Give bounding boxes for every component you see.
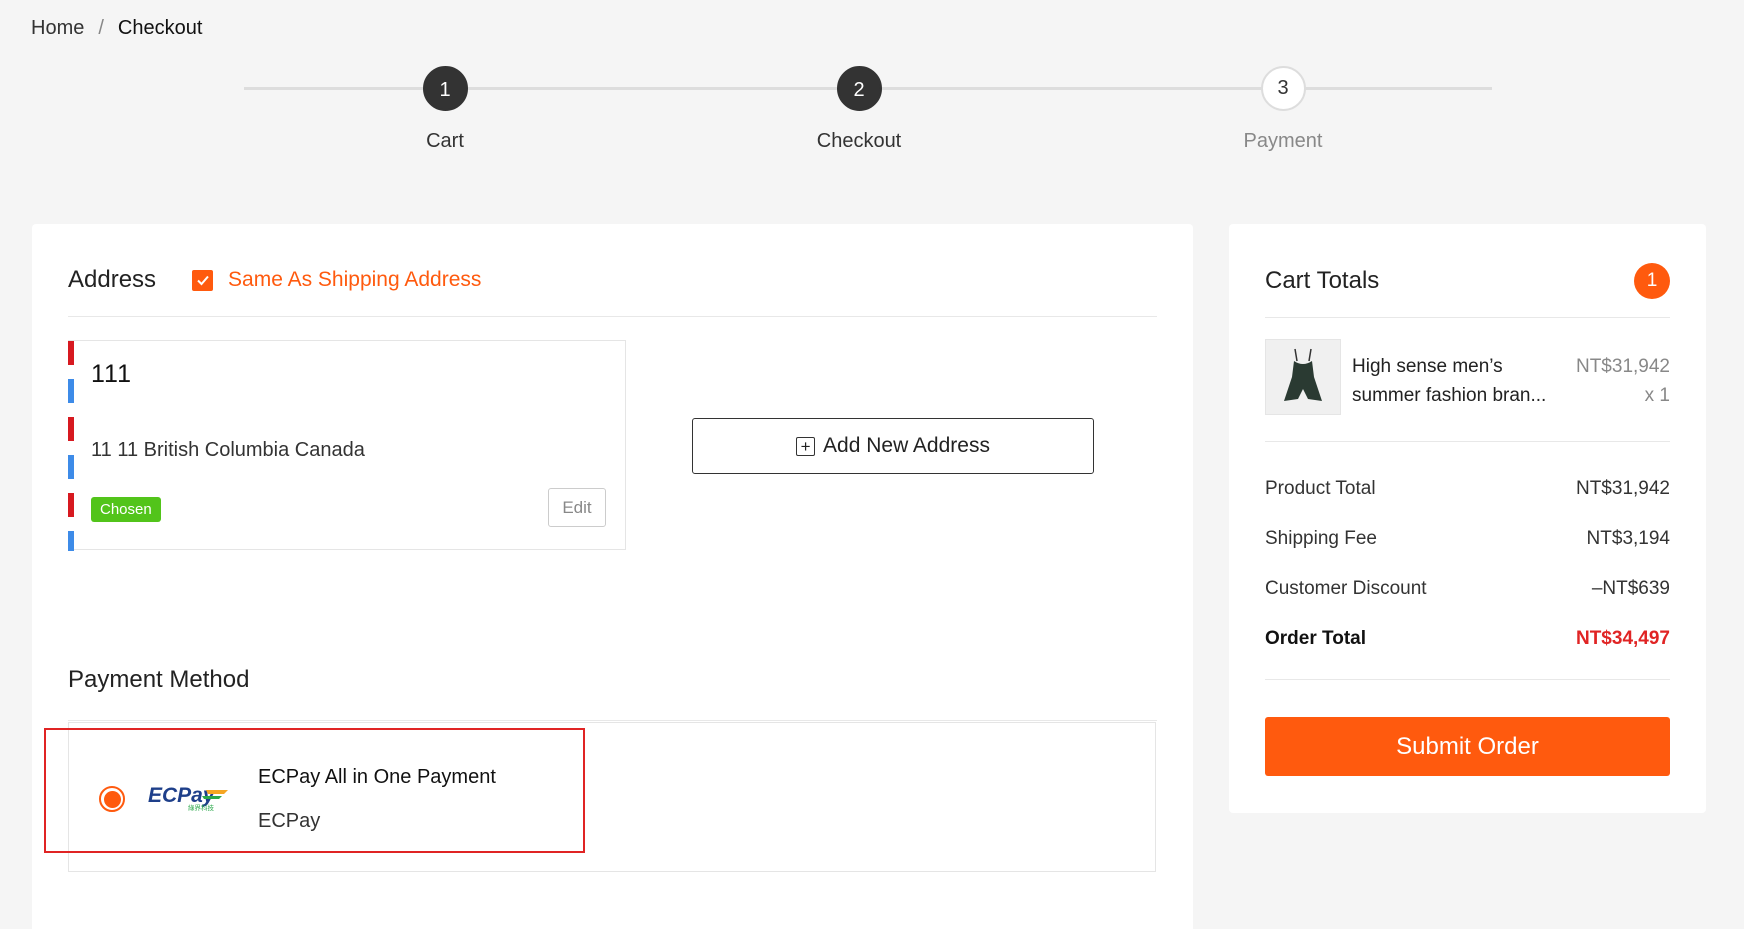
payment-method-title: Payment Method <box>68 665 250 693</box>
breadcrumb-separator: / <box>98 17 104 39</box>
same-as-shipping-label[interactable]: Same As Shipping Address <box>228 268 481 292</box>
radio-dot-icon <box>103 790 121 808</box>
product-quantity: x 1 <box>1644 385 1670 406</box>
breadcrumb-current: Checkout <box>117 17 203 39</box>
total-label: Shipping Fee <box>1265 528 1377 549</box>
product-total-row: Product Total NT$31,942 <box>1265 464 1670 514</box>
order-total-value: NT$34,497 <box>1575 628 1670 649</box>
payment-method-header: Payment Method <box>68 639 1157 721</box>
payment-option-provider: ECPay <box>258 810 321 832</box>
step-checkout: 2 Checkout <box>759 66 959 153</box>
cart-item: High sense men’s summer fashion bran... … <box>1265 339 1670 442</box>
product-price: NT$31,942 x 1 <box>1576 352 1670 410</box>
product-name[interactable]: High sense men’s summer fashion bran... <box>1352 352 1562 410</box>
total-value: NT$31,942 <box>1575 478 1670 499</box>
order-total-label: Order Total <box>1265 628 1366 649</box>
edit-address-button[interactable]: Edit <box>548 488 606 527</box>
submit-order-button[interactable]: Submit Order <box>1265 717 1670 776</box>
totals-list: Product Total NT$31,942 Shipping Fee NT$… <box>1265 464 1670 664</box>
checkbox-checked-icon[interactable] <box>192 269 214 291</box>
total-value: NT$3,194 <box>1586 528 1670 549</box>
checkout-steps: 1 Cart 2 Checkout 3 Payment <box>244 66 1492 156</box>
chosen-badge: Chosen <box>91 497 161 522</box>
address-title: Address <box>68 266 157 293</box>
total-label: Customer Discount <box>1265 578 1427 599</box>
step-number: 3 <box>1260 66 1306 111</box>
step-label: Cart <box>426 130 464 152</box>
address-card[interactable]: 111 11 11 British Columbia Canada Chosen… <box>68 340 626 551</box>
dress-icon <box>1284 348 1322 401</box>
ecpay-logo-subtext: 綠界科技 <box>188 803 215 812</box>
address-recipient-name: 111 <box>91 360 133 388</box>
payment-radio-selected[interactable] <box>99 786 125 812</box>
breadcrumb: Home / Checkout <box>31 17 202 40</box>
address-header: Address Same As Shipping Address <box>68 244 1157 317</box>
plus-square-icon: + <box>796 436 816 456</box>
cart-totals-header: Cart Totals 1 <box>1265 244 1670 318</box>
product-thumbnail[interactable] <box>1265 339 1341 415</box>
product-name-line2: summer fashion bran... <box>1352 385 1547 406</box>
step-label: Payment <box>1243 130 1323 152</box>
order-total-row: Order Total NT$34,497 <box>1265 614 1670 664</box>
customer-discount-row: Customer Discount –NT$639 <box>1265 564 1670 614</box>
payment-option-name: ECPay All in One Payment <box>258 766 496 788</box>
add-new-address-button[interactable]: + Add New Address <box>692 418 1094 474</box>
cart-divider <box>1265 679 1670 680</box>
step-number: 2 <box>836 66 882 111</box>
total-value: –NT$639 <box>1591 578 1670 599</box>
product-price-value: NT$31,942 <box>1575 356 1670 377</box>
step-cart: 1 Cart <box>345 66 545 153</box>
same-as-shipping-checkbox[interactable]: Same As Shipping Address <box>192 268 481 292</box>
cart-totals-card: Cart Totals 1 High sense men’s summer fa… <box>1229 224 1706 813</box>
airmail-border-stripe <box>68 341 74 551</box>
step-number: 1 <box>422 66 468 111</box>
cart-totals-title: Cart Totals <box>1265 266 1380 294</box>
total-label: Product Total <box>1265 478 1376 499</box>
address-line: 11 11 British Columbia Canada <box>91 439 365 461</box>
shipping-fee-row: Shipping Fee NT$3,194 <box>1265 514 1670 564</box>
cart-count-badge: 1 <box>1634 262 1670 299</box>
add-new-address-label: Add New Address <box>823 434 990 457</box>
step-payment: 3 Payment <box>1183 66 1383 153</box>
breadcrumb-home-link[interactable]: Home <box>31 17 84 40</box>
ecpay-logo: ECPay 綠界科技 <box>148 784 228 812</box>
step-label: Checkout <box>816 130 902 152</box>
payment-option-ecpay[interactable]: ECPay 綠界科技 ECPay All in One Payment ECPa… <box>44 728 585 853</box>
product-name-line1: High sense men’s <box>1352 356 1503 377</box>
